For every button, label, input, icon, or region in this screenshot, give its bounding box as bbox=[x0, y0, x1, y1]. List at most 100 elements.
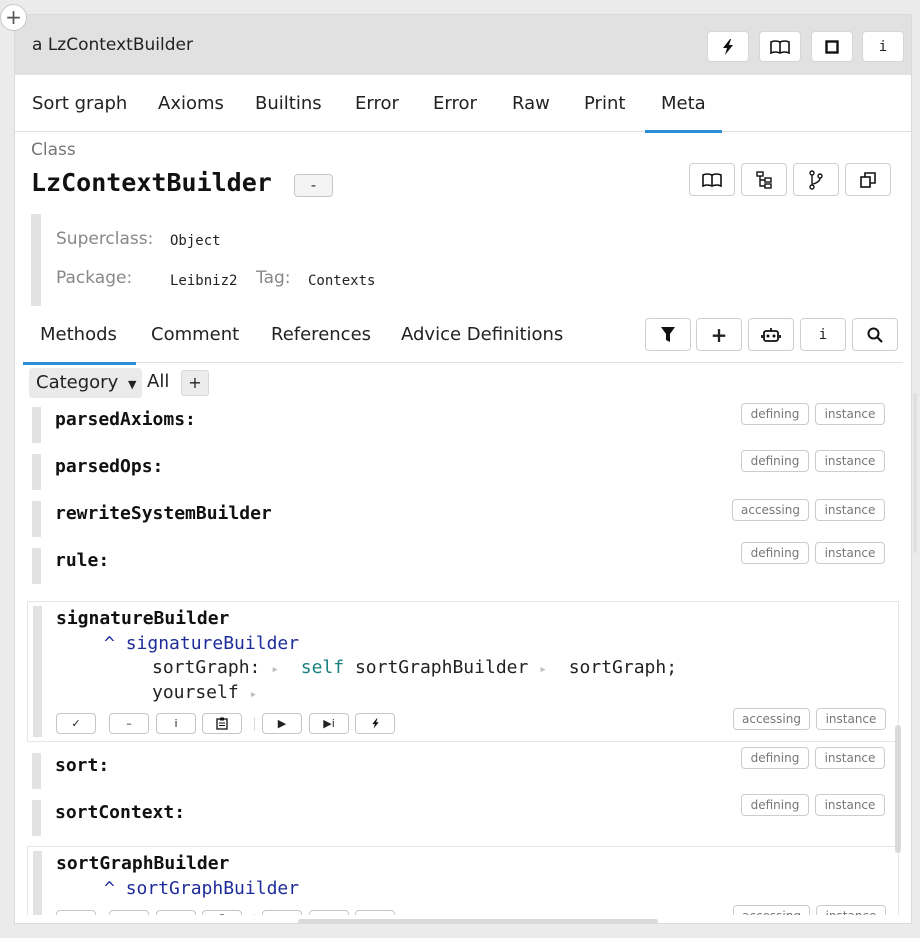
maximize-button[interactable] bbox=[811, 31, 853, 62]
search-button[interactable] bbox=[852, 318, 898, 351]
method-row-bar bbox=[32, 454, 41, 490]
method-info-button[interactable]: i bbox=[800, 318, 846, 351]
debug-button[interactable] bbox=[355, 713, 395, 734]
class-name: LzContextBuilder bbox=[31, 168, 272, 197]
category-dropdown[interactable]: Category ▼ bbox=[29, 368, 142, 398]
plus-icon: + bbox=[710, 322, 728, 347]
search-icon bbox=[867, 327, 883, 343]
superclass-value[interactable]: Object bbox=[170, 233, 221, 249]
tab-references[interactable]: References bbox=[271, 315, 371, 363]
view-tabs: Sort graph Axioms Builtins Error Error R… bbox=[15, 75, 911, 133]
run-button[interactable]: ▶ bbox=[262, 910, 302, 915]
inspect-button[interactable]: i bbox=[156, 910, 196, 915]
copy-button[interactable] bbox=[202, 910, 242, 915]
filter-icon bbox=[661, 326, 675, 342]
accept-button[interactable]: ✓ bbox=[56, 910, 96, 915]
side-badge[interactable]: instance bbox=[815, 747, 885, 769]
protocol-badge[interactable]: defining bbox=[741, 403, 809, 425]
debug-button[interactable] bbox=[355, 910, 395, 915]
accept-button[interactable]: ✓ bbox=[56, 713, 96, 734]
method-list-vertical-scrollbar[interactable] bbox=[895, 725, 901, 853]
branch-button[interactable] bbox=[793, 163, 839, 196]
method-selector: sort: bbox=[55, 755, 110, 776]
method-row[interactable]: parsedAxioms: defining instance bbox=[27, 403, 899, 447]
run-button[interactable]: ▶ bbox=[262, 713, 302, 734]
method-row-expanded[interactable]: sortGraphBuilder ^ sortGraphBuilder ✓ – … bbox=[27, 846, 899, 915]
code-line-cascade[interactable]: sortGraph: ▸ self sortGraphBuilder ▸ sor… bbox=[152, 657, 677, 678]
package-value[interactable]: Leibniz2 bbox=[170, 273, 237, 289]
filter-button[interactable] bbox=[645, 318, 691, 351]
run-inspect-button[interactable]: ▶i bbox=[309, 910, 349, 915]
inspect-button[interactable]: i bbox=[156, 713, 196, 734]
method-row[interactable]: rewriteSystemBuilder accessing instance bbox=[27, 497, 899, 541]
tab-error-1[interactable]: Error bbox=[355, 75, 399, 132]
side-badge[interactable]: instance bbox=[815, 450, 885, 472]
side-badge[interactable]: instance bbox=[815, 499, 885, 521]
tab-comment[interactable]: Comment bbox=[151, 315, 239, 363]
add-category-button[interactable]: + bbox=[181, 370, 209, 396]
tab-error-2[interactable]: Error bbox=[433, 75, 477, 132]
self-keyword: self bbox=[300, 657, 345, 678]
hierarchy-button[interactable] bbox=[741, 163, 787, 196]
method-selector: rule: bbox=[55, 550, 110, 571]
tab-print[interactable]: Print bbox=[584, 75, 625, 132]
add-pane-button[interactable]: + bbox=[0, 4, 27, 31]
method-row[interactable]: rule: defining instance bbox=[27, 542, 899, 588]
collapse-button[interactable]: - bbox=[294, 174, 333, 197]
run-inspect-button[interactable]: ▶i bbox=[309, 713, 349, 734]
flash-button[interactable] bbox=[707, 31, 749, 62]
hierarchy-icon bbox=[756, 170, 772, 189]
method-row-bar bbox=[33, 606, 42, 737]
tab-axioms[interactable]: Axioms bbox=[158, 75, 224, 132]
method-row[interactable]: sort: defining instance bbox=[27, 747, 899, 793]
browse-button[interactable] bbox=[759, 31, 801, 62]
toolbar-separator bbox=[254, 717, 255, 731]
add-method-button[interactable]: + bbox=[696, 318, 742, 351]
side-badge[interactable]: instance bbox=[816, 905, 886, 915]
category-value[interactable]: All bbox=[147, 368, 169, 396]
method-selector: sortContext: bbox=[55, 802, 186, 823]
side-badge[interactable]: instance bbox=[816, 708, 886, 730]
tab-meta[interactable]: Meta bbox=[645, 75, 722, 133]
tab-advice-definitions[interactable]: Advice Definitions bbox=[401, 315, 563, 363]
copy-button[interactable] bbox=[202, 713, 242, 734]
protocol-badge[interactable]: accessing bbox=[732, 499, 809, 521]
code-line-return[interactable]: ^ signatureBuilder bbox=[104, 633, 299, 654]
tab-builtins[interactable]: Builtins bbox=[255, 75, 322, 132]
remove-button[interactable]: – bbox=[109, 713, 149, 734]
protocol-badge[interactable]: accessing bbox=[733, 708, 810, 730]
expand-arrow-icon[interactable]: ▸ bbox=[250, 687, 258, 702]
info-button[interactable]: i bbox=[862, 31, 904, 62]
side-badge[interactable]: instance bbox=[815, 403, 885, 425]
git-branch-icon bbox=[809, 169, 823, 190]
tag-label: Tag: bbox=[256, 268, 291, 288]
method-row[interactable]: sortContext: defining instance bbox=[27, 794, 899, 840]
expand-arrow-icon[interactable]: ▸ bbox=[271, 662, 279, 677]
copy-class-button[interactable] bbox=[845, 163, 891, 196]
tab-raw[interactable]: Raw bbox=[512, 75, 550, 132]
tab-methods[interactable]: Methods bbox=[23, 315, 136, 365]
protocol-badge[interactable]: defining bbox=[741, 747, 809, 769]
protocol-badge[interactable]: defining bbox=[741, 450, 809, 472]
window-vertical-scrollbar[interactable] bbox=[913, 393, 917, 553]
tag-value[interactable]: Contexts bbox=[308, 273, 375, 289]
side-badge[interactable]: instance bbox=[815, 794, 885, 816]
method-row-expanded[interactable]: signatureBuilder ^ signatureBuilder sort… bbox=[27, 601, 899, 742]
method-list-horizontal-scrollbar[interactable] bbox=[298, 919, 658, 923]
expand-arrow-icon[interactable]: ▸ bbox=[539, 662, 547, 677]
method-row[interactable]: parsedOps: defining instance bbox=[27, 450, 899, 494]
check-icon: ✓ bbox=[71, 914, 80, 915]
code-line-yourself[interactable]: yourself ▸ bbox=[152, 682, 257, 703]
remove-button[interactable]: – bbox=[109, 910, 149, 915]
code-line-return[interactable]: ^ sortGraphBuilder bbox=[104, 878, 299, 899]
robot-button[interactable] bbox=[748, 318, 794, 351]
protocol-badge[interactable]: defining bbox=[741, 542, 809, 564]
side-badge[interactable]: instance bbox=[815, 542, 885, 564]
tab-sort-graph[interactable]: Sort graph bbox=[32, 75, 127, 132]
browse-class-button[interactable] bbox=[689, 163, 735, 196]
package-label: Package: bbox=[56, 268, 133, 288]
protocol-badge[interactable]: defining bbox=[741, 794, 809, 816]
protocol-badge[interactable]: accessing bbox=[733, 905, 810, 915]
message-keyword: sortGraph: bbox=[152, 657, 261, 678]
method-selector: parsedAxioms: bbox=[55, 409, 196, 430]
